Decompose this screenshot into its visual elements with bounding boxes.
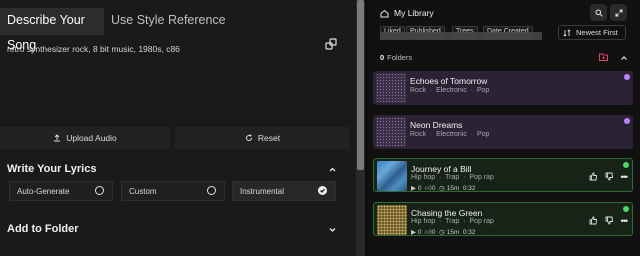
folders-count: 0 xyxy=(380,53,385,62)
reset-icon xyxy=(245,134,252,141)
lyrics-heading: Write Your Lyrics xyxy=(7,163,97,175)
status-dot xyxy=(623,162,629,168)
clock-icon: ◷ xyxy=(439,185,445,192)
song-title: Neon Dreams xyxy=(410,120,463,130)
chevron-up-icon[interactable] xyxy=(620,54,628,62)
home-icon xyxy=(380,9,389,17)
search-button[interactable] xyxy=(590,4,607,21)
song-tags: Hip hop · Trap · Pop rap xyxy=(411,174,494,181)
upload-icon xyxy=(54,134,61,142)
tab-use-style-reference[interactable]: Use Style Reference xyxy=(111,8,226,32)
radio-icon xyxy=(207,186,216,195)
more-options-icon[interactable]: ••• xyxy=(621,216,629,225)
thumbs-up-icon[interactable] xyxy=(589,216,598,225)
song-tags: Rock · Electronic · Pop xyxy=(410,87,490,94)
radio-icon xyxy=(95,186,104,195)
shuffle-icon[interactable] xyxy=(325,38,337,50)
library-panel: My Library Liked Published Trees Date Cr… xyxy=(368,0,640,256)
song-title: Journey of a Bill xyxy=(411,164,472,174)
sort-dropdown[interactable]: Newest First xyxy=(558,25,626,40)
song-tags: Hip hop · Trap · Pop rap xyxy=(411,218,494,225)
play-icon: ▶ xyxy=(411,229,416,236)
upload-audio-label: Upload Audio xyxy=(66,133,117,143)
like-count-icon: 👍︎ xyxy=(425,229,432,236)
song-cover xyxy=(377,205,407,235)
song-title: Chasing the Green xyxy=(411,208,483,218)
add-to-folder-heading: Add to Folder xyxy=(7,223,79,235)
library-header: My Library xyxy=(380,8,434,18)
tab-describe-your-song[interactable]: Describe Your Song xyxy=(0,8,104,52)
left-panel-scrollbar[interactable] xyxy=(356,0,365,256)
song-tags: Rock · Electronic · Pop xyxy=(410,131,490,138)
more-options-icon[interactable]: ••• xyxy=(621,172,629,181)
lyrics-section-header[interactable]: Write Your Lyrics xyxy=(0,159,350,181)
chevron-up-icon xyxy=(329,167,336,172)
chevron-down-icon xyxy=(329,228,336,232)
mode-tabs: Describe Your Song Use Style Reference xyxy=(0,0,356,52)
status-dot xyxy=(624,118,630,124)
song-card[interactable]: Chasing the Green Hip hop · Trap · Pop r… xyxy=(373,202,633,236)
song-cover xyxy=(376,73,406,103)
checkmark-icon xyxy=(318,186,327,195)
song-actions: ••• xyxy=(589,216,629,225)
lyrics-option-custom[interactable]: Custom xyxy=(121,181,225,201)
lyrics-option-instrumental[interactable]: Instrumental xyxy=(232,181,336,201)
expand-icon xyxy=(615,9,622,16)
sort-icon xyxy=(563,29,571,37)
sort-label: Newest First xyxy=(576,28,618,37)
thumbs-down-icon[interactable] xyxy=(605,172,614,181)
option-label: Auto-Generate xyxy=(17,187,70,196)
song-actions: ••• xyxy=(589,172,629,181)
song-stats: ▶ 0 👍︎0 ◷ 15m 0:32 xyxy=(411,185,476,192)
song-cover xyxy=(376,117,406,147)
song-stats: ▶ 0 👍︎0 ◷ 15m 0:32 xyxy=(411,229,476,236)
add-to-folder-header[interactable]: Add to Folder xyxy=(0,219,350,241)
song-cover xyxy=(377,161,407,191)
song-card[interactable]: Echoes of Tomorrow Rock · Electronic · P… xyxy=(373,71,633,105)
status-dot xyxy=(624,74,630,80)
like-count-icon: 👍︎ xyxy=(425,185,432,192)
clock-icon: ◷ xyxy=(439,229,445,236)
play-icon: ▶ xyxy=(411,185,416,192)
song-title: Echoes of Tomorrow xyxy=(410,76,488,86)
library-title: My Library xyxy=(394,8,434,18)
thumbs-up-icon[interactable] xyxy=(589,172,598,181)
folders-label: Folders xyxy=(387,53,413,62)
new-folder-icon[interactable] xyxy=(599,53,608,61)
song-card[interactable]: Journey of a Bill Hip hop · Trap · Pop r… xyxy=(373,158,633,192)
create-panel: Describe Your Song Use Style Reference r… xyxy=(0,0,356,256)
folders-row[interactable]: 0 Folders xyxy=(380,53,412,62)
option-label: Instrumental xyxy=(240,187,285,196)
option-label: Custom xyxy=(129,187,157,196)
song-description-input[interactable]: retro synthesizer rock, 8 bit music, 198… xyxy=(7,44,180,54)
upload-audio-button[interactable]: Upload Audio xyxy=(0,127,170,149)
scrollbar-thumb[interactable] xyxy=(357,0,364,170)
lyrics-option-auto-generate[interactable]: Auto-Generate xyxy=(9,181,113,201)
expand-button[interactable] xyxy=(610,4,627,21)
status-dot xyxy=(623,206,629,212)
thumbs-down-icon[interactable] xyxy=(605,216,614,225)
reset-button[interactable]: Reset xyxy=(175,127,350,149)
filter-scrollbar[interactable] xyxy=(380,32,542,40)
reset-label: Reset xyxy=(257,133,281,143)
search-icon xyxy=(595,9,603,17)
song-card[interactable]: Neon Dreams Rock · Electronic · Pop xyxy=(373,115,633,149)
